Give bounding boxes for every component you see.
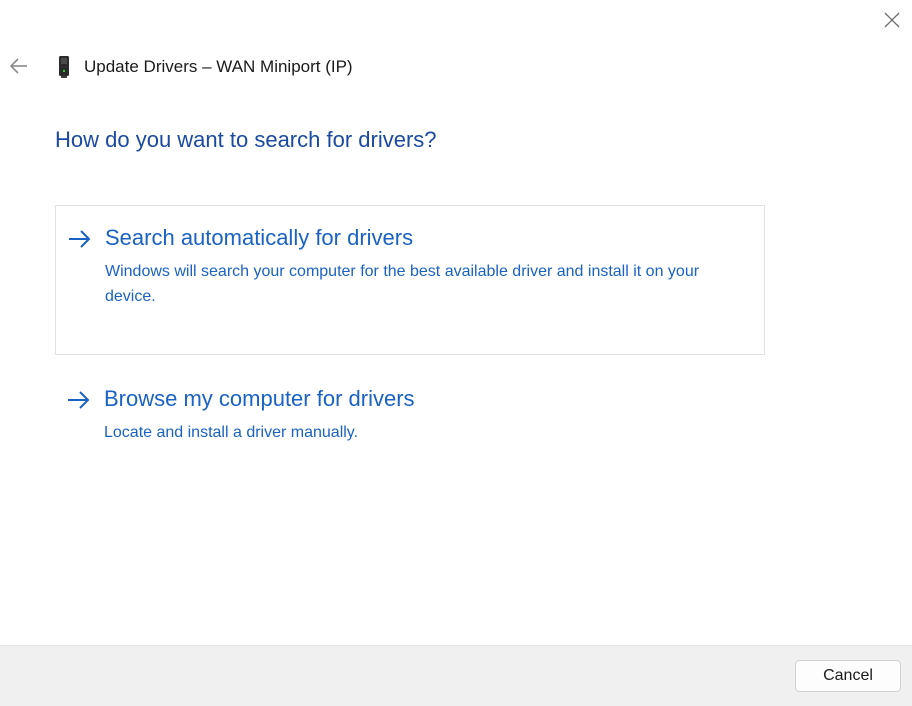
dialog-title: Update Drivers – WAN Miniport (IP) bbox=[84, 57, 353, 76]
close-button[interactable] bbox=[880, 8, 904, 32]
back-button[interactable] bbox=[8, 55, 30, 77]
page-heading: How do you want to search for drivers? bbox=[55, 127, 437, 152]
option-description: Locate and install a driver manually. bbox=[104, 424, 359, 441]
browse-computer-option[interactable]: Browse my computer for drivers Locate an… bbox=[55, 368, 765, 458]
dialog-header: Update Drivers – WAN Miniport (IP) bbox=[54, 54, 353, 80]
network-adapter-icon bbox=[59, 56, 69, 78]
option-description: Windows will search your computer for th… bbox=[105, 263, 700, 305]
close-icon bbox=[884, 12, 900, 28]
search-automatically-option[interactable]: Search automatically for drivers Windows… bbox=[55, 205, 765, 355]
arrow-right-icon bbox=[68, 391, 90, 409]
update-drivers-dialog: Update Drivers – WAN Miniport (IP) How d… bbox=[0, 0, 912, 706]
back-arrow-icon bbox=[9, 58, 27, 74]
option-title: Search automatically for drivers bbox=[105, 225, 414, 250]
dialog-footer: Cancel bbox=[0, 645, 912, 706]
arrow-right-icon bbox=[69, 230, 91, 248]
option-title: Browse my computer for drivers bbox=[104, 386, 415, 411]
cancel-button[interactable]: Cancel bbox=[795, 660, 901, 692]
